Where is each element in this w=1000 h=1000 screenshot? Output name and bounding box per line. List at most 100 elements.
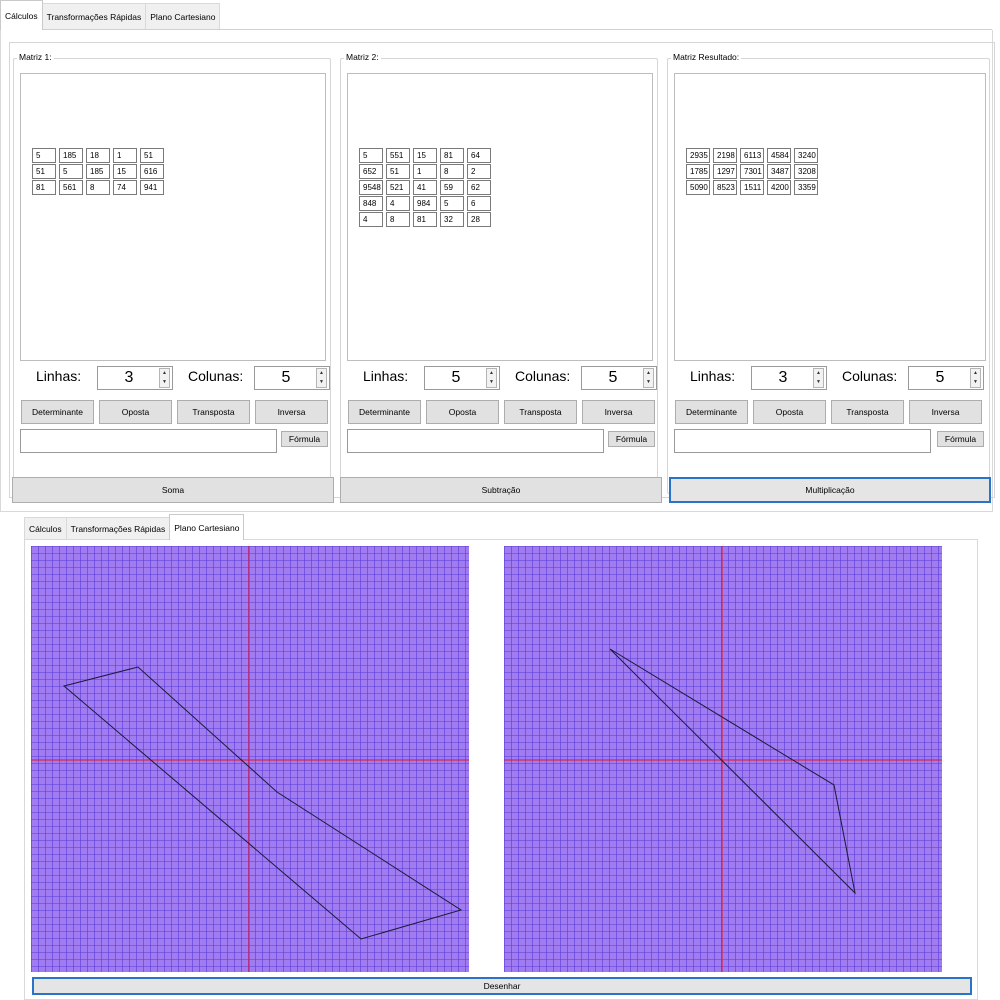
matrix-cell[interactable]: 2 bbox=[467, 164, 491, 179]
matrix-cell[interactable]: 81 bbox=[413, 212, 437, 227]
colunas-stepper[interactable]: 5 ▲ ▼ bbox=[581, 366, 657, 390]
matrix-cell[interactable]: 984 bbox=[413, 196, 437, 211]
oposta-button[interactable]: Oposta bbox=[99, 400, 172, 424]
matrix-cell[interactable]: 652 bbox=[359, 164, 383, 179]
colunas-value[interactable]: 5 bbox=[582, 367, 644, 389]
matrix-cell[interactable]: 4200 bbox=[767, 180, 791, 195]
transposta-button[interactable]: Transposta bbox=[831, 400, 904, 424]
matrix-cell[interactable]: 1 bbox=[413, 164, 437, 179]
matrix-cell[interactable]: 3208 bbox=[794, 164, 818, 179]
matrix-cell[interactable]: 5 bbox=[32, 148, 56, 163]
matrix-cell[interactable]: 941 bbox=[140, 180, 164, 195]
matrix-cell[interactable]: 1297 bbox=[713, 164, 737, 179]
spin-down-icon[interactable]: ▼ bbox=[971, 378, 980, 387]
tab-transformacoes-rapidas[interactable]: Transformações Rápidas bbox=[65, 517, 171, 540]
matrix-cell[interactable]: 1785 bbox=[686, 164, 710, 179]
matrix-cell[interactable]: 81 bbox=[440, 148, 464, 163]
desenhar-button[interactable]: Desenhar bbox=[32, 977, 972, 995]
colunas-stepper[interactable]: 5 ▲ ▼ bbox=[908, 366, 984, 390]
linhas-stepper[interactable]: 3 ▲ ▼ bbox=[751, 366, 827, 390]
spin-up-icon[interactable]: ▲ bbox=[317, 369, 326, 378]
spin-down-icon[interactable]: ▼ bbox=[160, 378, 169, 387]
multiplicacao-button[interactable]: Multiplicação bbox=[669, 477, 991, 503]
matrix-cell[interactable]: 18 bbox=[86, 148, 110, 163]
soma-button[interactable]: Soma bbox=[12, 477, 334, 503]
determinante-button[interactable]: Determinante bbox=[675, 400, 748, 424]
spin-down-icon[interactable]: ▼ bbox=[644, 378, 653, 387]
linhas-stepper[interactable]: 3 ▲ ▼ bbox=[97, 366, 173, 390]
subtracao-button[interactable]: Subtração bbox=[340, 477, 662, 503]
oposta-button[interactable]: Oposta bbox=[753, 400, 826, 424]
colunas-spin-buttons[interactable]: ▲ ▼ bbox=[970, 368, 981, 388]
matrix-cell[interactable]: 62 bbox=[467, 180, 491, 195]
matrix-cell[interactable]: 2935 bbox=[686, 148, 710, 163]
matrix-cell[interactable]: 1 bbox=[113, 148, 137, 163]
matrix-cell[interactable]: 8 bbox=[86, 180, 110, 195]
matrix-cell[interactable]: 51 bbox=[140, 148, 164, 163]
linhas-spin-buttons[interactable]: ▲ ▼ bbox=[486, 368, 497, 388]
matrix-cell[interactable]: 59 bbox=[440, 180, 464, 195]
matrix-cell[interactable]: 64 bbox=[467, 148, 491, 163]
linhas-spin-buttons[interactable]: ▲ ▼ bbox=[159, 368, 170, 388]
matrix-cell[interactable]: 4 bbox=[359, 212, 383, 227]
matrix-cell[interactable]: 551 bbox=[386, 148, 410, 163]
matrix-cell[interactable]: 51 bbox=[32, 164, 56, 179]
linhas-value[interactable]: 3 bbox=[98, 367, 160, 389]
oposta-button[interactable]: Oposta bbox=[426, 400, 499, 424]
matrix-cell[interactable]: 4 bbox=[386, 196, 410, 211]
matrix-cell[interactable]: 41 bbox=[413, 180, 437, 195]
colunas-value[interactable]: 5 bbox=[255, 367, 317, 389]
tab-plano-cartesiano[interactable]: Plano Cartesiano bbox=[145, 3, 221, 30]
matrix-cell[interactable]: 616 bbox=[140, 164, 164, 179]
tab-plano-cartesiano[interactable]: Plano Cartesiano bbox=[169, 514, 245, 540]
colunas-spin-buttons[interactable]: ▲ ▼ bbox=[316, 368, 327, 388]
spin-down-icon[interactable]: ▼ bbox=[814, 378, 823, 387]
formula-input[interactable] bbox=[20, 429, 277, 453]
matrix-cell[interactable]: 2198 bbox=[713, 148, 737, 163]
cartesian-plane-transformed[interactable] bbox=[504, 546, 942, 972]
inversa-button[interactable]: Inversa bbox=[582, 400, 655, 424]
linhas-value[interactable]: 3 bbox=[752, 367, 814, 389]
tab-transformacoes-rapidas[interactable]: Transformações Rápidas bbox=[41, 3, 147, 30]
matrix-cell[interactable]: 32 bbox=[440, 212, 464, 227]
spin-down-icon[interactable]: ▼ bbox=[317, 378, 326, 387]
matrix-cell[interactable]: 74 bbox=[113, 180, 137, 195]
colunas-stepper[interactable]: 5 ▲ ▼ bbox=[254, 366, 330, 390]
formula-button[interactable]: Fórmula bbox=[608, 431, 655, 447]
spin-up-icon[interactable]: ▲ bbox=[160, 369, 169, 378]
cartesian-plane-original[interactable] bbox=[31, 546, 469, 972]
spin-up-icon[interactable]: ▲ bbox=[487, 369, 496, 378]
matrix-cell[interactable]: 848 bbox=[359, 196, 383, 211]
inversa-button[interactable]: Inversa bbox=[255, 400, 328, 424]
matrix-cell[interactable]: 185 bbox=[59, 148, 83, 163]
determinante-button[interactable]: Determinante bbox=[21, 400, 94, 424]
spin-up-icon[interactable]: ▲ bbox=[971, 369, 980, 378]
matrix-cell[interactable]: 81 bbox=[32, 180, 56, 195]
matrix-cell[interactable]: 28 bbox=[467, 212, 491, 227]
matrix-cell[interactable]: 521 bbox=[386, 180, 410, 195]
matrix-cell[interactable]: 6113 bbox=[740, 148, 764, 163]
matrix-cell[interactable]: 8 bbox=[440, 164, 464, 179]
formula-button[interactable]: Fórmula bbox=[281, 431, 328, 447]
tab-calculos[interactable]: Cálculos bbox=[0, 0, 43, 30]
spin-down-icon[interactable]: ▼ bbox=[487, 378, 496, 387]
matrix-cell[interactable]: 9548 bbox=[359, 180, 383, 195]
matrix-cell[interactable]: 185 bbox=[86, 164, 110, 179]
matrix-cell[interactable]: 3487 bbox=[767, 164, 791, 179]
determinante-button[interactable]: Determinante bbox=[348, 400, 421, 424]
inversa-button[interactable]: Inversa bbox=[909, 400, 982, 424]
formula-input[interactable] bbox=[674, 429, 931, 453]
transposta-button[interactable]: Transposta bbox=[177, 400, 250, 424]
matrix-cell[interactable]: 5 bbox=[440, 196, 464, 211]
matrix-cell[interactable]: 561 bbox=[59, 180, 83, 195]
matrix-cell[interactable]: 1511 bbox=[740, 180, 764, 195]
matrix-cell[interactable]: 3240 bbox=[794, 148, 818, 163]
matrix-cell[interactable]: 51 bbox=[386, 164, 410, 179]
matrix-cell[interactable]: 8523 bbox=[713, 180, 737, 195]
linhas-value[interactable]: 5 bbox=[425, 367, 487, 389]
colunas-spin-buttons[interactable]: ▲ ▼ bbox=[643, 368, 654, 388]
colunas-value[interactable]: 5 bbox=[909, 367, 971, 389]
matrix-cell[interactable]: 3359 bbox=[794, 180, 818, 195]
matrix-cell[interactable]: 4584 bbox=[767, 148, 791, 163]
spin-up-icon[interactable]: ▲ bbox=[644, 369, 653, 378]
